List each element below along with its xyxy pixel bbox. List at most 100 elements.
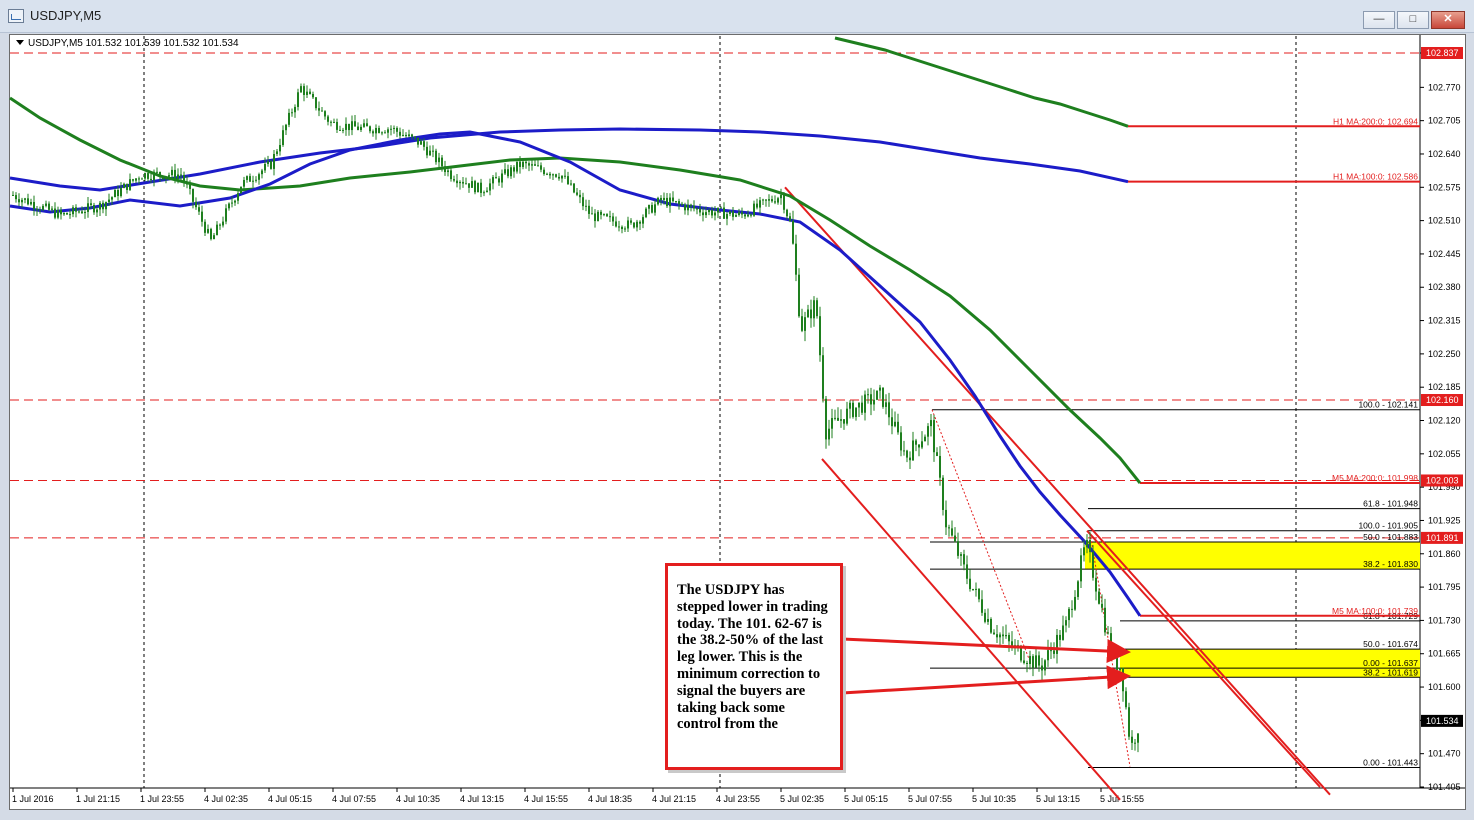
candle-body	[1137, 733, 1139, 743]
candle-body	[129, 179, 131, 190]
leg-line	[931, 409, 1031, 662]
candle-body	[141, 178, 143, 180]
candle-body	[702, 212, 704, 216]
candle-body	[594, 213, 596, 222]
candle-body	[345, 123, 347, 130]
candle-body	[45, 203, 47, 206]
candle-body	[939, 455, 941, 478]
candle-body	[1131, 736, 1133, 743]
symbol-info[interactable]: USDJPY,M5 101.532 101.539 101.532 101.53…	[16, 38, 239, 49]
candle-body	[312, 94, 314, 98]
candle-body	[843, 419, 845, 424]
candle-body	[846, 408, 848, 424]
candle-body	[747, 214, 749, 217]
candle-body	[1047, 650, 1049, 661]
candle-body	[621, 226, 623, 230]
candle-body	[399, 131, 401, 136]
candle-body	[960, 554, 962, 556]
candle-body	[558, 176, 560, 179]
candle-body	[474, 181, 476, 193]
candle-body	[486, 190, 488, 193]
candle-body	[156, 171, 158, 173]
candle-body	[105, 202, 107, 210]
candle-body	[696, 208, 698, 210]
candle-body	[969, 578, 971, 590]
candle-body	[15, 195, 17, 200]
candle-body	[585, 205, 587, 207]
candle-body	[237, 193, 239, 201]
candle-body	[246, 176, 248, 180]
candle-body	[723, 207, 725, 219]
candle-body	[897, 421, 899, 433]
candle-body	[219, 224, 221, 226]
candle-body	[24, 198, 26, 200]
candle-body	[279, 145, 281, 152]
candle-body	[300, 86, 302, 93]
candle-body	[261, 170, 263, 175]
candle-body	[984, 612, 986, 622]
ma-label: H1 MA:100:0: 102.586	[1333, 172, 1418, 182]
candle-body	[513, 167, 515, 172]
candle-body	[612, 216, 614, 222]
candle-body	[1113, 654, 1115, 657]
candle-body	[429, 150, 431, 156]
candle-body	[1065, 620, 1067, 626]
candle-body	[201, 211, 203, 222]
candle-body	[519, 161, 521, 167]
candle-body	[18, 199, 20, 203]
candle-body	[642, 217, 644, 224]
candle-body	[333, 121, 335, 123]
candle-body	[573, 183, 575, 193]
candle-body	[627, 220, 629, 229]
candle-body	[933, 420, 935, 453]
channel-upper-line	[784, 186, 1331, 796]
candle-body	[432, 150, 434, 152]
candle-body	[1104, 607, 1106, 633]
candle-body	[168, 175, 170, 177]
candle-body	[828, 428, 830, 440]
candle-body	[603, 214, 605, 216]
candle-body	[936, 452, 938, 456]
candle-body	[906, 450, 908, 458]
candle-body	[636, 221, 638, 228]
candle-body	[840, 419, 842, 421]
candle-body	[834, 417, 836, 419]
time-tick-label: 4 Jul 05:15	[268, 794, 312, 804]
candle-body	[414, 136, 416, 138]
candle-body	[795, 243, 797, 275]
candle-body	[1107, 632, 1109, 634]
candle-body	[975, 588, 977, 590]
candle-body	[465, 183, 467, 185]
candle-body	[861, 402, 863, 413]
candle-body	[681, 203, 683, 205]
time-tick-label: 1 Jul 2016	[12, 794, 54, 804]
candle-body	[966, 564, 968, 579]
candle-body	[321, 110, 323, 112]
time-tick-label: 4 Jul 07:55	[332, 794, 376, 804]
candle-body	[1053, 650, 1055, 654]
annotation-textbox[interactable]: The USDJPY has stepped lower in trading …	[665, 563, 843, 770]
candle-body	[1029, 656, 1031, 664]
collapse-triangle-icon[interactable]	[16, 40, 24, 45]
candle-body	[879, 387, 881, 391]
candle-body	[114, 190, 116, 198]
candle-body	[972, 588, 974, 590]
candle-body	[48, 203, 50, 210]
candle-body	[492, 177, 494, 184]
time-tick-label: 5 Jul 07:55	[908, 794, 952, 804]
annotation-arrow-upper	[841, 637, 1131, 664]
candle-body	[276, 151, 278, 155]
candle-body	[87, 203, 89, 212]
candle-body	[264, 163, 266, 171]
candle-body	[687, 204, 689, 211]
candle-body	[78, 211, 80, 213]
candle-body	[1062, 625, 1064, 640]
price-tick-label: 101.925	[1428, 515, 1461, 525]
fib-level-label: 100.0 - 101.905	[1358, 521, 1418, 531]
candle-body	[624, 228, 626, 230]
candle-body	[42, 205, 44, 211]
candle-body	[888, 402, 890, 418]
candle-body	[825, 398, 827, 440]
candle-body	[927, 426, 929, 437]
candle-body	[1095, 577, 1097, 592]
